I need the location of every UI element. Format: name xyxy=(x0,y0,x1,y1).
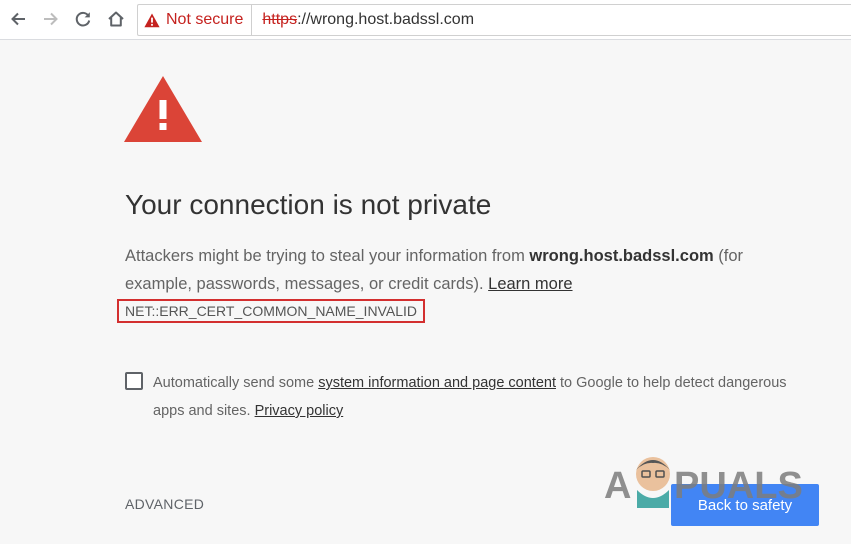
home-button[interactable] xyxy=(103,6,129,32)
home-icon xyxy=(108,11,124,27)
security-status-label: Not secure xyxy=(166,11,244,28)
url-scheme: https xyxy=(262,11,298,28)
explanation-prefix: Attackers might be trying to steal your … xyxy=(125,247,530,265)
svg-text:A: A xyxy=(604,465,631,507)
explanation-paragraph: Attackers might be trying to steal your … xyxy=(125,242,805,298)
system-info-link[interactable]: system information and page content xyxy=(318,375,556,391)
security-indicator[interactable]: Not secure xyxy=(138,5,253,35)
page-title: Your connection is not private xyxy=(125,189,492,220)
url-text[interactable]: https://wrong.host.badssl.com xyxy=(262,11,474,29)
arrow-left-icon xyxy=(11,12,25,26)
address-bar[interactable]: Not secure https://wrong.host.badssl.com xyxy=(137,4,851,36)
privacy-policy-link[interactable]: Privacy policy xyxy=(255,403,344,419)
reload-button[interactable] xyxy=(70,6,96,32)
host-name: wrong.host.badssl.com xyxy=(529,247,714,265)
checkbox-prefix: Automatically send some xyxy=(153,375,319,391)
url-host-path: ://wrong.host.badssl.com xyxy=(297,11,475,28)
send-info-label: Automatically send some system informati… xyxy=(153,369,793,425)
arrow-right-icon xyxy=(44,12,58,26)
browser-toolbar: Not secure https://wrong.host.badssl.com xyxy=(0,0,851,40)
back-to-safety-button[interactable]: Back to safety xyxy=(671,484,819,526)
warning-triangle-icon xyxy=(124,76,202,142)
forward-button[interactable] xyxy=(38,6,64,32)
learn-more-link[interactable]: Learn more xyxy=(488,275,572,293)
send-info-checkbox[interactable] xyxy=(125,372,143,390)
error-code: NET::ERR_CERT_COMMON_NAME_INVALID xyxy=(117,299,425,323)
warning-triangle-icon xyxy=(144,13,160,28)
reload-icon xyxy=(75,11,91,27)
back-button[interactable] xyxy=(5,6,31,32)
advanced-button[interactable]: ADVANCED xyxy=(125,496,204,512)
